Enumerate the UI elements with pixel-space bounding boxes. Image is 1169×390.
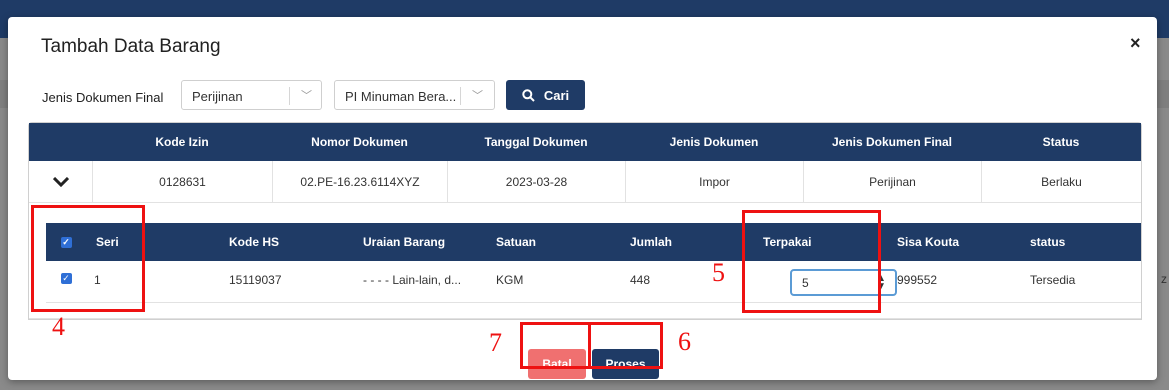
header-nomor-dokumen: Nomor Dokumen xyxy=(311,135,408,149)
cell-kode-hs: 15119037 xyxy=(229,273,282,287)
search-button[interactable]: Cari xyxy=(506,80,585,110)
annotation-number-4: 4 xyxy=(52,312,65,341)
header-jenis-dokumen: Jenis Dokumen xyxy=(669,135,759,149)
chevron-down-icon: ﹀ xyxy=(472,90,483,102)
header-satuan: Satuan xyxy=(496,235,537,249)
header-sisa-kouta: Sisa Kouta xyxy=(897,235,960,249)
header-status: Status xyxy=(1042,135,1080,149)
cell-status: Tersedia xyxy=(1030,273,1076,287)
document-select[interactable]: PI Minuman Bera... ﹀ xyxy=(334,80,495,110)
permit-table: Kode Izin Nomor Dokumen Tanggal Dokumen … xyxy=(28,122,1142,320)
header-tanggal-dokumen: Tanggal Dokumen xyxy=(484,135,588,149)
cell-uraian-barang: - - - - Lain-lain, d... xyxy=(363,273,462,287)
cell-satuan: KGM xyxy=(496,273,524,287)
header-kode-izin: Kode Izin xyxy=(155,135,209,149)
item-row: ✓ 1 15119037 - - - - Lain-lain, d... KGM… xyxy=(46,261,1141,303)
chevron-down-icon[interactable] xyxy=(29,161,92,202)
annotation-number-7: 7 xyxy=(489,328,502,357)
annotation-number-5: 5 xyxy=(712,258,725,287)
select-value: Perijinan xyxy=(192,89,243,104)
cell-nomor-dokumen: 02.PE-16.23.6114XYZ xyxy=(272,161,447,202)
cell-jumlah: 448 xyxy=(630,273,651,287)
annotation-box-checkbox xyxy=(31,205,145,312)
header-status: status xyxy=(1030,235,1066,249)
item-table-header: ✓ Seri Kode HS Uraian Barang Satuan Juml… xyxy=(46,223,1141,261)
permit-row: 0128631 02.PE-16.23.6114XYZ 2023-03-28 I… xyxy=(29,161,1141,203)
chevron-down-icon: ﹀ xyxy=(301,90,312,102)
header-expand xyxy=(29,123,92,161)
modal-title: Tambah Data Barang xyxy=(41,36,221,57)
header-jenis-dokumen-final: Jenis Dokumen Final xyxy=(831,135,953,149)
cell-jenis-dokumen-final: Perijinan xyxy=(803,161,981,202)
background-text: z xyxy=(1161,272,1167,286)
cell-status: Berlaku xyxy=(981,161,1141,202)
cell-jenis-dokumen: Impor xyxy=(625,161,803,202)
select-value: PI Minuman Bera... xyxy=(345,89,457,104)
cell-tanggal-dokumen: 2023-03-28 xyxy=(447,161,625,202)
header-kode-hs: Kode HS xyxy=(229,235,280,249)
close-icon[interactable]: × xyxy=(1130,33,1141,54)
jenis-dokumen-select[interactable]: Perijinan ﹀ xyxy=(181,80,322,110)
annotation-number-6: 6 xyxy=(678,327,691,356)
annotation-box-batal xyxy=(520,322,591,369)
annotation-box-proses xyxy=(588,322,663,369)
header-jumlah: Jumlah xyxy=(630,235,673,249)
item-subtable: ✓ Seri Kode HS Uraian Barang Satuan Juml… xyxy=(29,203,1141,319)
permit-table-header: Kode Izin Nomor Dokumen Tanggal Dokumen … xyxy=(29,123,1141,161)
cell-kode-izin: 0128631 xyxy=(92,161,272,202)
annotation-box-terpakai xyxy=(742,210,881,313)
search-button-label: Cari xyxy=(543,87,570,103)
header-uraian-barang: Uraian Barang xyxy=(363,235,446,249)
jenis-dokumen-final-label: Jenis Dokumen Final xyxy=(42,90,164,105)
cell-sisa-kouta: 999552 xyxy=(897,273,938,287)
search-icon xyxy=(522,88,535,102)
